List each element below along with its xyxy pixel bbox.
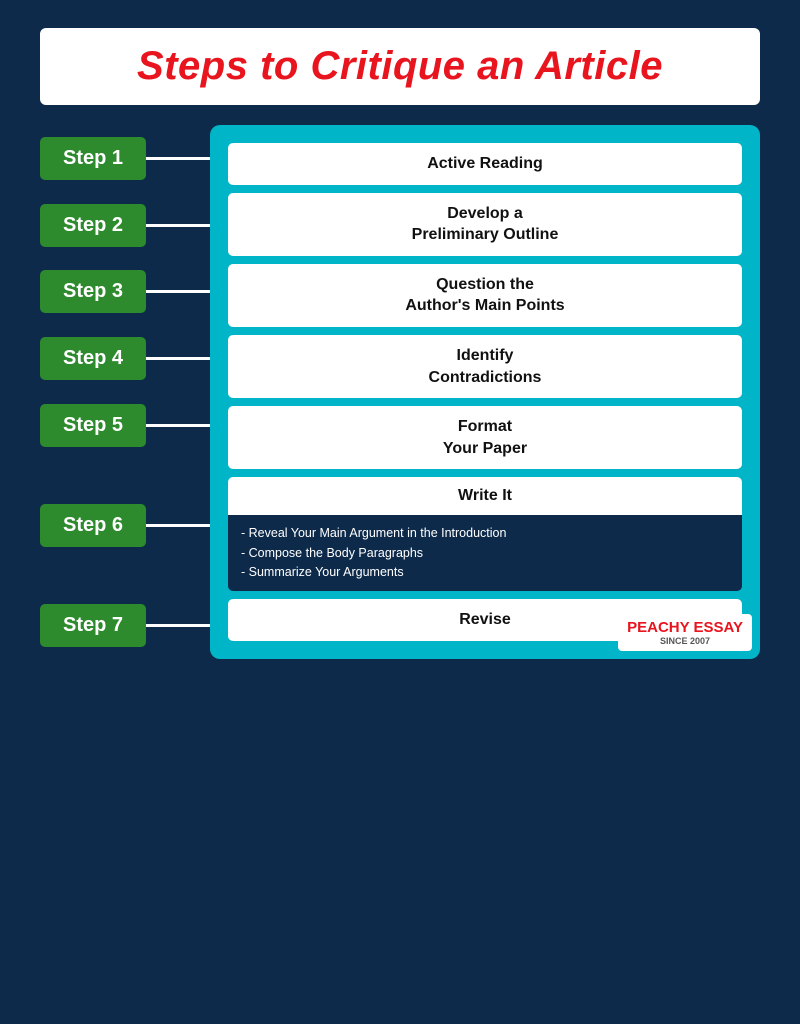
title-box: Steps to Critique an Article	[40, 28, 760, 105]
card-format-paper: FormatYour Paper	[228, 406, 742, 469]
page-title: Steps to Critique an Article	[70, 44, 730, 89]
step-4-badge: Step 4	[40, 337, 146, 380]
step-7-entry: Step 7	[40, 592, 210, 659]
step-1-line	[146, 157, 210, 160]
card-write-it: Write It	[228, 477, 742, 515]
step-5-entry: Step 5	[40, 392, 210, 459]
content-side: Active Reading Develop aPreliminary Outl…	[210, 125, 760, 659]
step-7-line	[146, 624, 210, 627]
step-6-line	[146, 524, 210, 527]
step-4-entry: Step 4	[40, 325, 210, 392]
card-preliminary-outline: Develop aPreliminary Outline	[228, 193, 742, 256]
step-5-badge: Step 5	[40, 404, 146, 447]
write-detail-3: - Summarize Your Arguments	[241, 563, 729, 582]
step-5-line	[146, 424, 210, 427]
step-3-badge: Step 3	[40, 270, 146, 313]
card-question-main-points: Question theAuthor's Main Points	[228, 264, 742, 327]
step-3-entry: Step 3	[40, 259, 210, 326]
step-7-badge: Step 7	[40, 604, 146, 647]
step-2-entry: Step 2	[40, 192, 210, 259]
card-active-reading: Active Reading	[228, 143, 742, 185]
step-4-line	[146, 357, 210, 360]
step-6-badge: Step 6	[40, 504, 146, 547]
step-2-badge: Step 2	[40, 204, 146, 247]
brand-since: SINCE 2007	[627, 636, 743, 646]
step-1-entry: Step 1	[40, 125, 210, 192]
card-identify-contradictions: IdentifyContradictions	[228, 335, 742, 398]
card-write-details: - Reveal Your Main Argument in the Intro…	[228, 515, 742, 591]
write-detail-2: - Compose the Body Paragraphs	[241, 544, 729, 563]
write-it-group: Write It - Reveal Your Main Argument in …	[228, 477, 742, 591]
infographic: Step 1 Step 2 Step 3 Step 4 Step 5 Step …	[40, 125, 760, 659]
steps-side: Step 1 Step 2 Step 3 Step 4 Step 5 Step …	[40, 125, 210, 659]
step-2-line	[146, 224, 210, 227]
step-1-badge: Step 1	[40, 137, 146, 180]
write-detail-1: - Reveal Your Main Argument in the Intro…	[241, 524, 729, 543]
step-3-line	[146, 290, 210, 293]
brand-name: PEACHY ESSAY	[627, 619, 743, 636]
peachy-essay-logo: PEACHY ESSAY SINCE 2007	[618, 614, 752, 651]
step-6-entry: Step 6	[40, 459, 210, 593]
